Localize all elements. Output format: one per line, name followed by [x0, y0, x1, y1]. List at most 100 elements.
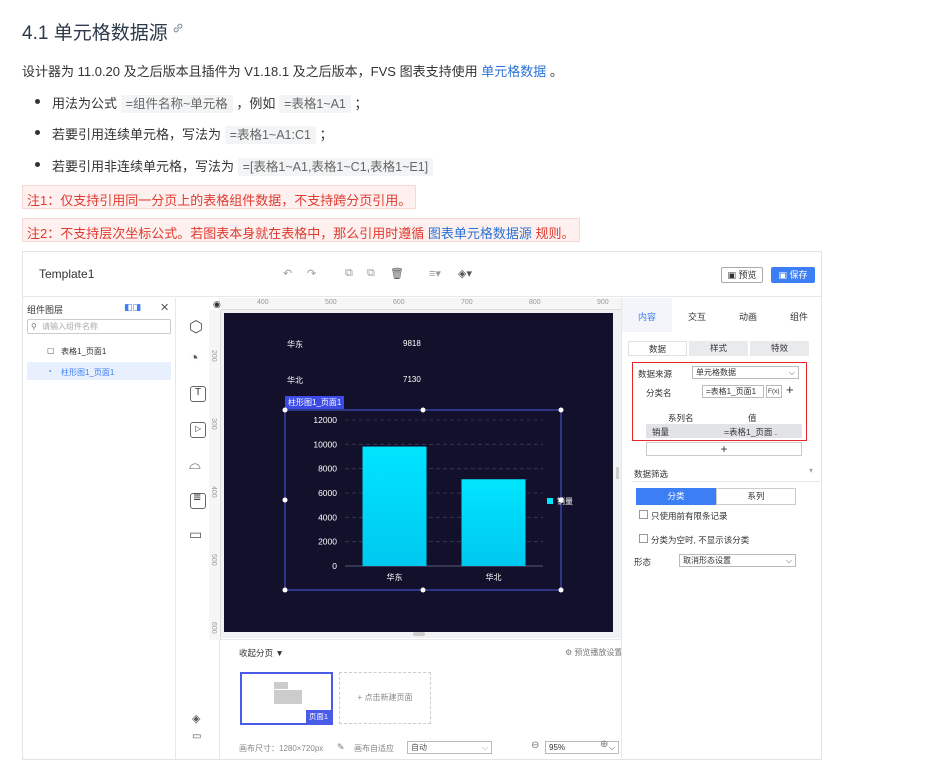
subtab-data[interactable]: 数据	[628, 341, 687, 356]
property-panel: 内容 交互 动画 组件 数据 样式 特效 数据来源 单元格数据 ⌵ 分类名 =表格…	[621, 298, 821, 759]
bullet-text: 若要引用非连续单元格，写法为	[52, 159, 235, 174]
checkbox-limit-label: 只使用前有限条记录	[651, 511, 728, 521]
y-tick-label: 2000	[318, 537, 337, 547]
resize-handle[interactable]	[282, 587, 288, 593]
shape-select[interactable]: 取消形态设置 ⌵	[679, 554, 796, 567]
toggle-category[interactable]: 分类	[636, 488, 716, 505]
subtab-style[interactable]: 样式	[689, 341, 748, 356]
layer-item-bar-chart[interactable]: 柱形图1_页面1	[61, 367, 114, 378]
subtab-effects[interactable]: 特效	[750, 341, 809, 356]
ruler-label: 900	[597, 299, 609, 306]
resize-handle[interactable]	[282, 407, 288, 413]
bar	[461, 479, 526, 566]
canvas-size: 画布尺寸：1280×720px	[239, 744, 324, 753]
ruler-label: 400	[210, 486, 217, 498]
table-cell: 华东	[287, 340, 303, 349]
source-select[interactable]: 单元格数据 ⌵	[692, 366, 799, 379]
collapse-pages-toggle[interactable]: 收起分页 ▼	[239, 647, 284, 659]
chart-icon[interactable]: ◔	[189, 350, 199, 368]
ruler-label: 200	[210, 350, 217, 362]
intro-paragraph: 设计器为 11.0.20 及之后版本且插件为 V1.18.1 及之后版本，FVS…	[22, 61, 563, 80]
layer-order-icon[interactable]: ◈▾	[458, 267, 472, 280]
formula-button[interactable]: F(x)	[766, 385, 782, 398]
tab-interaction[interactable]: 交互	[688, 310, 706, 323]
archive-icon[interactable]: ▭	[189, 526, 202, 543]
table-icon: ▢	[47, 346, 55, 355]
legend-swatch	[547, 498, 553, 504]
close-icon[interactable]: ✕	[160, 301, 169, 314]
caret-icon[interactable]: ▾	[809, 466, 813, 475]
preview-label: 预览	[738, 270, 757, 280]
list-item: 若要引用连续单元格，写法为 =表格1~A1:C1 ；	[35, 124, 333, 144]
resize-handle[interactable]	[558, 407, 564, 413]
playback-settings[interactable]: ⚙ 预览播放设置	[565, 647, 622, 658]
keyboard-icon[interactable]: ▭	[192, 731, 201, 742]
anchor-link-icon[interactable]	[172, 22, 184, 34]
page-thumbnail[interactable]: 页面1	[240, 672, 333, 725]
source-label: 数据来源	[638, 369, 673, 379]
tab-content[interactable]: 内容	[638, 310, 656, 323]
panel-splitter[interactable]	[616, 467, 619, 479]
bullet-text: 用法为公式	[52, 96, 118, 111]
edit-icon[interactable]: ✎	[337, 742, 345, 753]
undo-icon[interactable]: ↶	[283, 267, 292, 280]
bar-chart[interactable]: 120001000080006000400020000华东 华北销量	[273, 402, 573, 602]
bullet-dot	[35, 130, 40, 135]
adapt-select[interactable]: 自动 ⌵	[407, 741, 492, 754]
layers-icon[interactable]: ◈	[192, 712, 200, 725]
zoom-out-icon[interactable]: ⊖	[531, 740, 539, 751]
series-row[interactable]: 销量 =表格1_页面 .	[646, 424, 802, 438]
add-series-button[interactable]: +	[646, 442, 802, 456]
toggle-series[interactable]: 系列	[716, 488, 796, 505]
adapt-value: 自动	[411, 743, 427, 752]
inbox-icon[interactable]: ⌓	[189, 456, 201, 473]
delete-icon[interactable]: 🗑	[390, 267, 404, 280]
drag-handle[interactable]	[413, 632, 425, 636]
cube-icon[interactable]: ⬡	[189, 317, 203, 337]
divider	[632, 481, 820, 482]
search-icon: ⚲	[31, 322, 37, 331]
table-component-icon[interactable]: ≣	[190, 492, 206, 509]
source-value: 单元格数据	[696, 368, 736, 377]
caret-down-icon: ▼	[275, 648, 284, 658]
resize-handle[interactable]	[282, 497, 288, 503]
ruler-top: ◉ 400 500 600 700 800 900	[213, 298, 621, 310]
tab-animation[interactable]: 动画	[739, 310, 757, 323]
page-label: 页面1	[305, 710, 331, 723]
layer-item-table[interactable]: 表格1_页面1	[61, 346, 106, 357]
resize-handle[interactable]	[558, 497, 564, 503]
category-input[interactable]: =表格1_页面1	[702, 385, 764, 398]
list-item: 若要引用非连续单元格，写法为 =[表格1~A1,表格1~C1,表格1~E1]	[35, 156, 434, 176]
checkbox-limit[interactable]	[639, 510, 648, 519]
text-icon[interactable]: T	[190, 386, 206, 402]
copy-icon[interactable]: ⧉	[345, 267, 353, 280]
monitor-icon: ▣	[727, 270, 736, 280]
save-button[interactable]: ▣ 保存	[771, 267, 815, 283]
ruler-left: 200 300 400 500 600	[209, 310, 221, 640]
bullet-text: 若要引用连续单元格，写法为	[52, 127, 222, 142]
align-icon[interactable]: ≡▾	[429, 267, 441, 280]
panel-layout-icon[interactable]: ◧◨	[124, 302, 141, 313]
resize-handle[interactable]	[558, 587, 564, 593]
media-icon[interactable]: ▷	[190, 422, 206, 438]
resize-handle[interactable]	[420, 587, 426, 593]
tab-component[interactable]: 组件	[790, 310, 808, 323]
resize-handle[interactable]	[420, 407, 426, 413]
intro-text: 设计器为 11.0.20 及之后版本且插件为 V1.18.1 及之后版本，FVS…	[22, 64, 478, 79]
zoom-in-icon[interactable]: ⊕	[600, 739, 608, 750]
ruler-label: 300	[210, 418, 217, 430]
eye-icon[interactable]: ◉	[213, 299, 221, 310]
cell-data-link[interactable]: 单元格数据	[481, 64, 546, 79]
redo-icon[interactable]: ↷	[307, 267, 316, 280]
chart-cell-source-link[interactable]: 图表单元格数据源	[428, 226, 532, 241]
chart-plot: 120001000080006000400020000华东 华北销量	[313, 415, 573, 582]
list-item: 用法为公式 =组件名称~单元格 ，例如 =表格1~A1 ；	[35, 93, 368, 113]
checkbox-empty[interactable]	[639, 534, 648, 543]
paste-icon[interactable]: ⧉	[367, 267, 375, 280]
add-icon[interactable]: +	[786, 382, 794, 397]
layer-search-input[interactable]: 请输入组件名称	[27, 319, 171, 334]
new-page-button[interactable]: + 点击新建页面	[339, 672, 431, 724]
code-snippet: =组件名称~单元格	[120, 95, 233, 113]
collapse-label: 收起分页	[239, 648, 274, 658]
preview-button[interactable]: ▣ 预览	[721, 267, 763, 283]
